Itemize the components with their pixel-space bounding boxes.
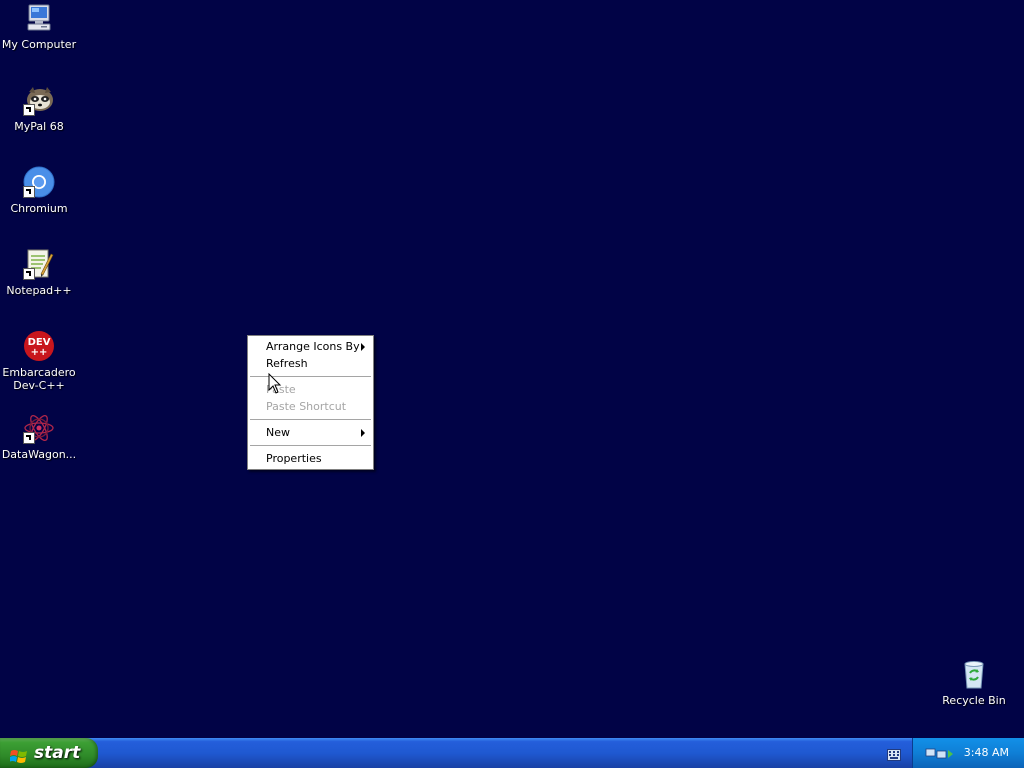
submenu-arrow-icon <box>361 343 365 351</box>
menu-item-properties[interactable]: Properties <box>248 450 373 467</box>
menu-item-new[interactable]: New <box>248 424 373 441</box>
datawagon-icon <box>23 412 55 444</box>
shortcut-arrow-icon <box>23 268 35 280</box>
chromium-icon <box>23 166 55 198</box>
mypal-icon <box>23 84 55 116</box>
shortcut-arrow-icon <box>23 186 35 198</box>
submenu-arrow-icon <box>361 429 365 437</box>
desktop-icon-dev-cpp[interactable]: DEV ++ Embarcadero Dev-C++ <box>0 330 78 392</box>
notepad-plus-plus-icon <box>23 248 55 280</box>
dev-cpp-icon: DEV ++ <box>23 330 55 362</box>
network-icon[interactable] <box>925 746 955 760</box>
desktop-icon-mypal[interactable]: MyPal 68 <box>0 84 78 133</box>
desktop-icon-recycle-bin[interactable]: Recycle Bin <box>935 658 1013 707</box>
shortcut-arrow-icon <box>23 104 35 116</box>
menu-item-arrange-icons-by[interactable]: Arrange Icons By <box>248 338 373 355</box>
desktop-icon-my-computer[interactable]: My Computer <box>0 2 78 51</box>
desktop-icon-label: MyPal 68 <box>14 120 64 133</box>
keyboard-icon[interactable] <box>887 746 901 761</box>
menu-separator <box>250 445 371 446</box>
desktop-icon-label: DataWagon... <box>1 448 77 461</box>
menu-item-paste-shortcut: Paste Shortcut <box>248 398 373 415</box>
desktop-context-menu: Arrange Icons By Refresh Paste Paste Sho… <box>247 335 374 470</box>
windows-logo-icon <box>9 745 28 763</box>
desktop[interactable]: My Computer MyPal 68 Chromium Notepad++ … <box>0 0 1024 738</box>
system-tray: 3:48 AM <box>912 738 1024 768</box>
menu-item-label: Paste Shortcut <box>266 400 347 413</box>
desktop-icon-chromium[interactable]: Chromium <box>0 166 78 215</box>
menu-item-paste: Paste <box>248 381 373 398</box>
menu-item-label: Properties <box>266 452 322 465</box>
desktop-icon-datawagon[interactable]: DataWagon... <box>0 412 78 461</box>
desktop-icon-label: Notepad++ <box>6 284 72 297</box>
taskbar: start <box>0 738 1024 768</box>
menu-item-label: Refresh <box>266 357 308 370</box>
menu-item-label: New <box>266 426 290 439</box>
clock[interactable]: 3:48 AM <box>964 738 1009 768</box>
menu-item-refresh[interactable]: Refresh <box>248 355 373 372</box>
start-button[interactable]: start <box>0 738 98 768</box>
recycle-bin-icon <box>958 658 990 690</box>
svg-text:++: ++ <box>31 347 48 358</box>
desktop-icon-label: Chromium <box>10 202 68 215</box>
menu-item-label: Arrange Icons By <box>266 340 360 353</box>
shortcut-arrow-icon <box>23 432 35 444</box>
my-computer-icon <box>23 2 55 34</box>
start-label: start <box>34 743 81 763</box>
desktop-icon-label: Embarcadero Dev-C++ <box>2 366 76 392</box>
menu-separator <box>250 419 371 420</box>
desktop-icon-label: Recycle Bin <box>942 694 1006 707</box>
desktop-icon-notepad-plus-plus[interactable]: Notepad++ <box>0 248 78 297</box>
desktop-icon-label: My Computer <box>1 38 77 51</box>
mouse-pointer-icon <box>268 372 282 395</box>
